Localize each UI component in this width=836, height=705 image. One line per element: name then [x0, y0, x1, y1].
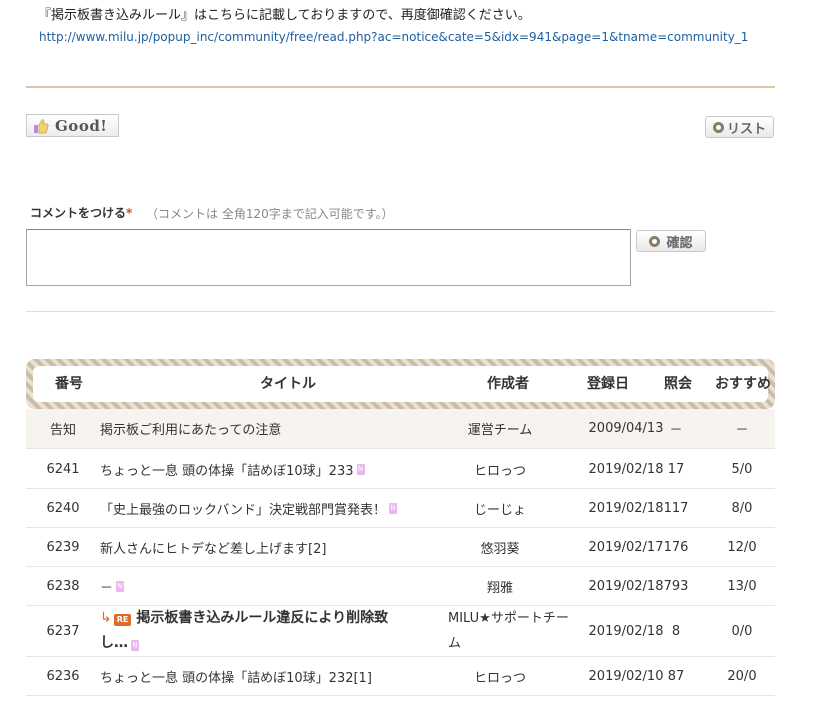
comment-textarea[interactable]	[26, 229, 631, 286]
good-button-label: Good!	[55, 116, 108, 135]
row-recommend: 5/0	[731, 461, 753, 477]
table-header: 番号 タイトル 作成者 登録日 照会 おすすめ	[26, 359, 775, 409]
table-header-inner: 番号 タイトル 作成者 登録日 照会 おすすめ	[33, 366, 771, 402]
table-row: 6239 新人さんにヒトデなど差し上げます[2] 悠羽葵 2019/02/17 …	[26, 528, 775, 567]
table-row-notice: 告知 掲示板ご利用にあたっての注意 運営チーム 2009/04/13 － －	[26, 409, 775, 449]
table-row: 6238 － N 翔雅 2019/02/18 793 13/0	[26, 567, 775, 606]
row-recommend: 12/0	[727, 539, 757, 555]
comment-label-text: コメントをつける	[30, 206, 127, 220]
row-no: 6239	[46, 539, 80, 555]
row-author-cont: ム	[448, 636, 462, 651]
thumbs-up-icon	[34, 118, 49, 133]
row-title[interactable]: 「史上最強のロックバンド」決定戦部門賞発表！	[100, 499, 386, 518]
row-views: 793	[663, 578, 689, 594]
header-title: タイトル	[260, 376, 316, 392]
row-views: 8	[671, 623, 681, 639]
header-recommend: おすすめ	[715, 376, 771, 392]
row-views: 17	[667, 461, 685, 477]
row-no: 6238	[46, 578, 80, 594]
row-title[interactable]: 掲示板書き込みルール違反により削除致	[136, 610, 388, 626]
row-recommend: －	[735, 423, 749, 438]
header-views: 照会	[664, 376, 692, 392]
header-date: 登録日	[587, 376, 629, 392]
circle-dot-icon	[712, 121, 724, 133]
table-row: 6241 ちょっと一息 頭の体操「詰めぼ10球」233 N ヒロっつ 2019/0…	[26, 450, 775, 489]
row-author: MILU★サポートチー	[448, 611, 569, 626]
table-row: 6236 ちょっと一息 頭の体操「詰めぼ10球」232[1] ヒロっつ 2019…	[26, 657, 775, 696]
row-no: 6240	[46, 500, 80, 516]
good-button[interactable]: Good!	[26, 114, 119, 137]
row-no: 6236	[46, 668, 80, 684]
divider	[26, 311, 775, 312]
row-views: 87	[667, 668, 685, 684]
row-title[interactable]: －	[100, 577, 113, 596]
row-title[interactable]: 新人さんにヒトデなど差し上げます[2]	[100, 538, 326, 557]
row-recommend: 8/0	[731, 500, 753, 516]
new-badge-icon: N	[389, 502, 398, 514]
row-recommend: 13/0	[727, 578, 757, 594]
row-no: 6237	[46, 623, 80, 639]
table-row: 6240 「史上最強のロックバンド」決定戦部門賞発表！ N じーじょ 2019/0…	[26, 489, 775, 528]
divider	[26, 86, 775, 88]
circle-dot-icon	[649, 235, 661, 247]
comment-hint: （コメントは 全角120字まで記入可能です。）	[146, 207, 394, 221]
row-recommend: 0/0	[731, 623, 753, 639]
row-no: 6241	[46, 461, 80, 477]
reply-arrow-icon: ↳	[100, 610, 112, 626]
table-row: 6237 ↳ RE 掲示板書き込みルール違反により削除致 し… N MILU★サポート…	[26, 606, 775, 657]
header-no: 番号	[55, 376, 83, 392]
confirm-button[interactable]: 確認	[636, 230, 706, 252]
row-views: 117	[663, 500, 689, 516]
row-title[interactable]: ちょっと一息 頭の体操「詰めぼ10球」232[1]	[100, 667, 372, 686]
row-recommend: 20/0	[727, 668, 757, 684]
row-views: －	[669, 423, 683, 438]
comment-label: コメントをつける*	[30, 204, 132, 221]
new-badge-icon: N	[131, 640, 139, 651]
list-button[interactable]: リスト	[705, 116, 774, 138]
row-title-cont[interactable]: し…	[100, 635, 128, 651]
list-button-label: リスト	[726, 121, 766, 137]
header-author: 作成者	[487, 376, 529, 392]
rules-link[interactable]: http://www.milu.jp/popup_inc/community/f…	[39, 30, 748, 44]
row-views: 176	[663, 539, 689, 555]
new-badge-icon: N	[116, 580, 125, 592]
required-mark: *	[126, 206, 133, 220]
row-no: 告知	[49, 423, 76, 438]
confirm-button-label: 確認	[666, 235, 693, 251]
notice-text: 『掲示板書き込みルール』はこちらに記載しておりますので、再度御確認ください。	[38, 8, 531, 23]
row-title[interactable]: ちょっと一息 頭の体操「詰めぼ10球」233	[100, 460, 354, 479]
re-badge: RE	[113, 614, 132, 626]
new-badge-icon: N	[356, 463, 365, 475]
